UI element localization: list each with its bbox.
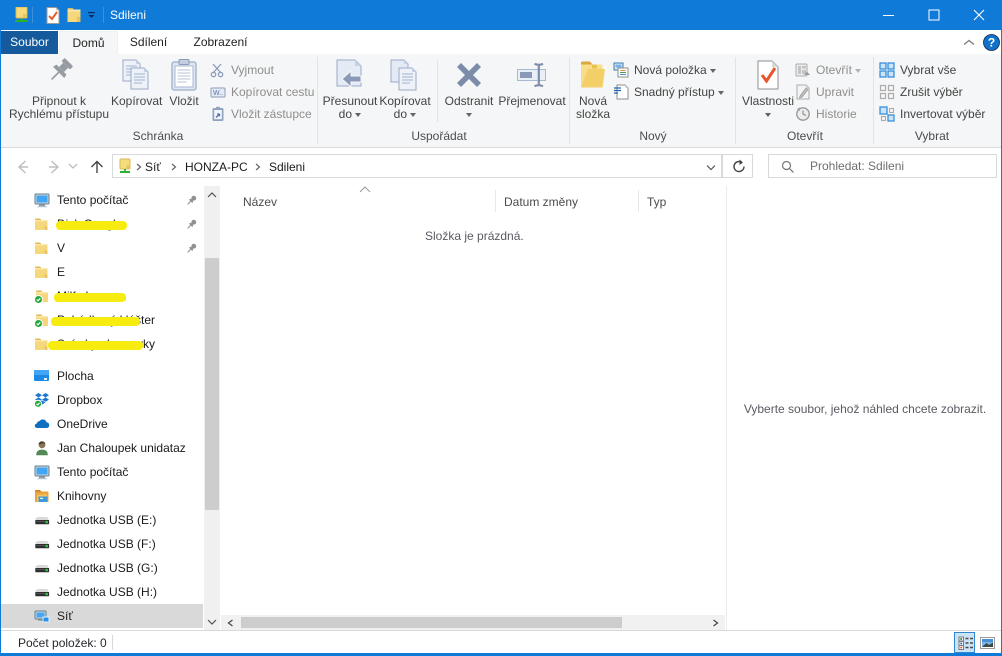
- svg-text:W..: W..: [213, 90, 223, 97]
- svg-text:?: ?: [988, 36, 995, 50]
